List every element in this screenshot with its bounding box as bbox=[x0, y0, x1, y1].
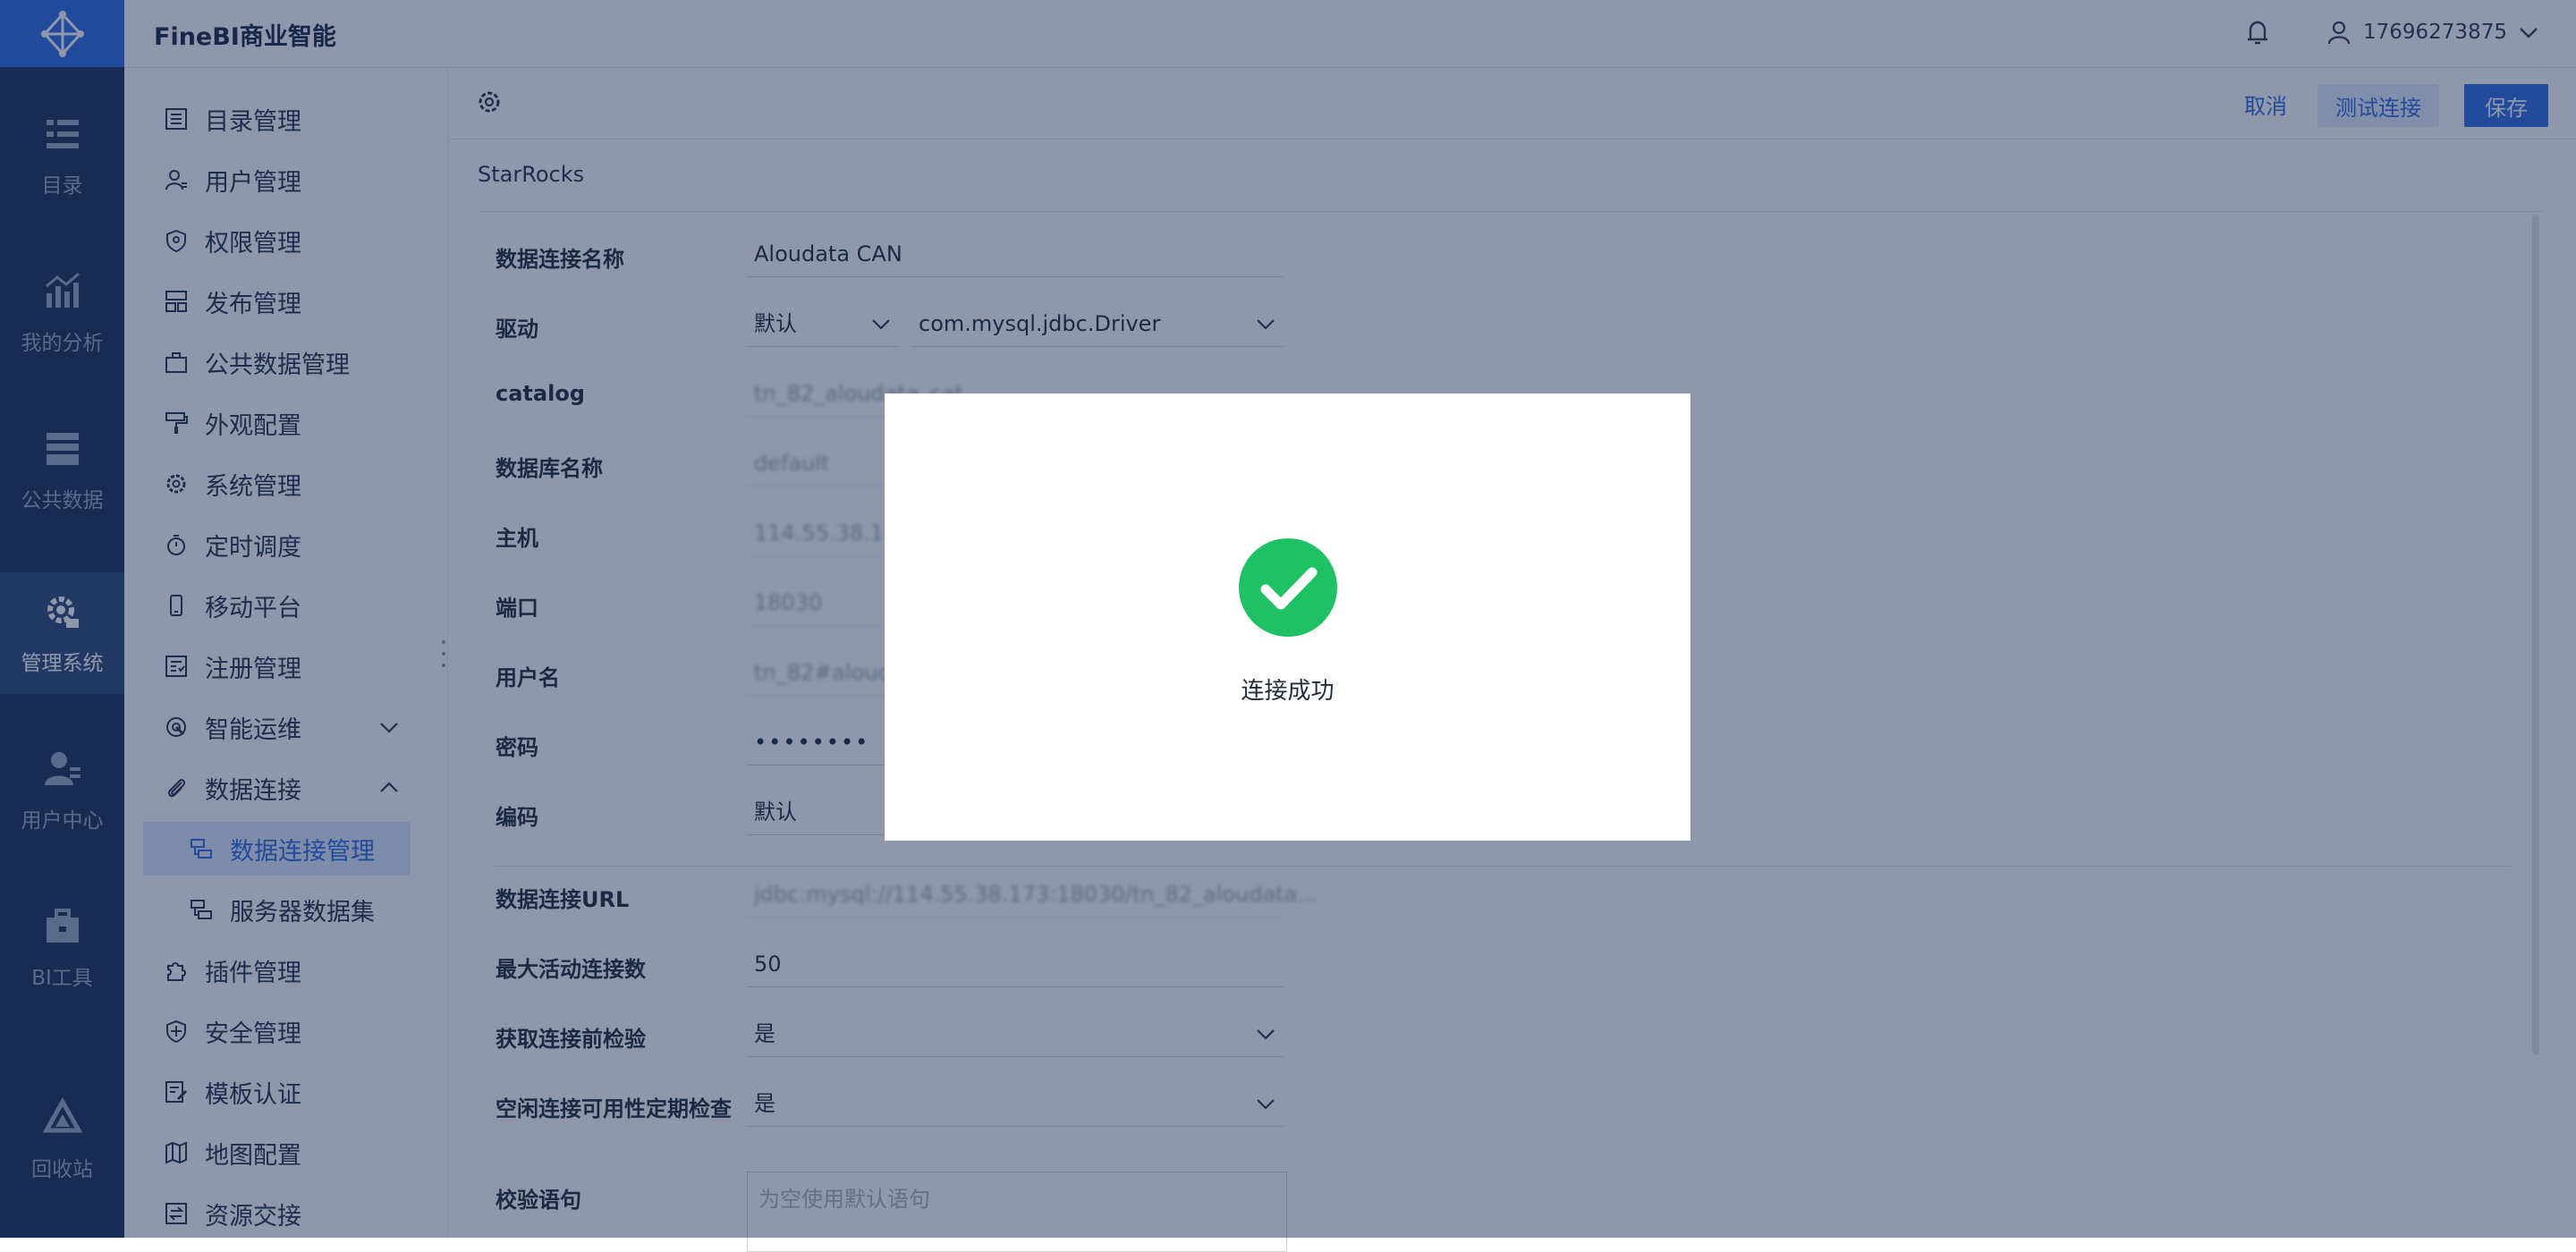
connection-success-message: 连接成功 bbox=[1241, 678, 1335, 705]
connection-result-dialog: 连接成功 bbox=[885, 393, 1690, 841]
success-check-icon bbox=[1239, 538, 1337, 637]
